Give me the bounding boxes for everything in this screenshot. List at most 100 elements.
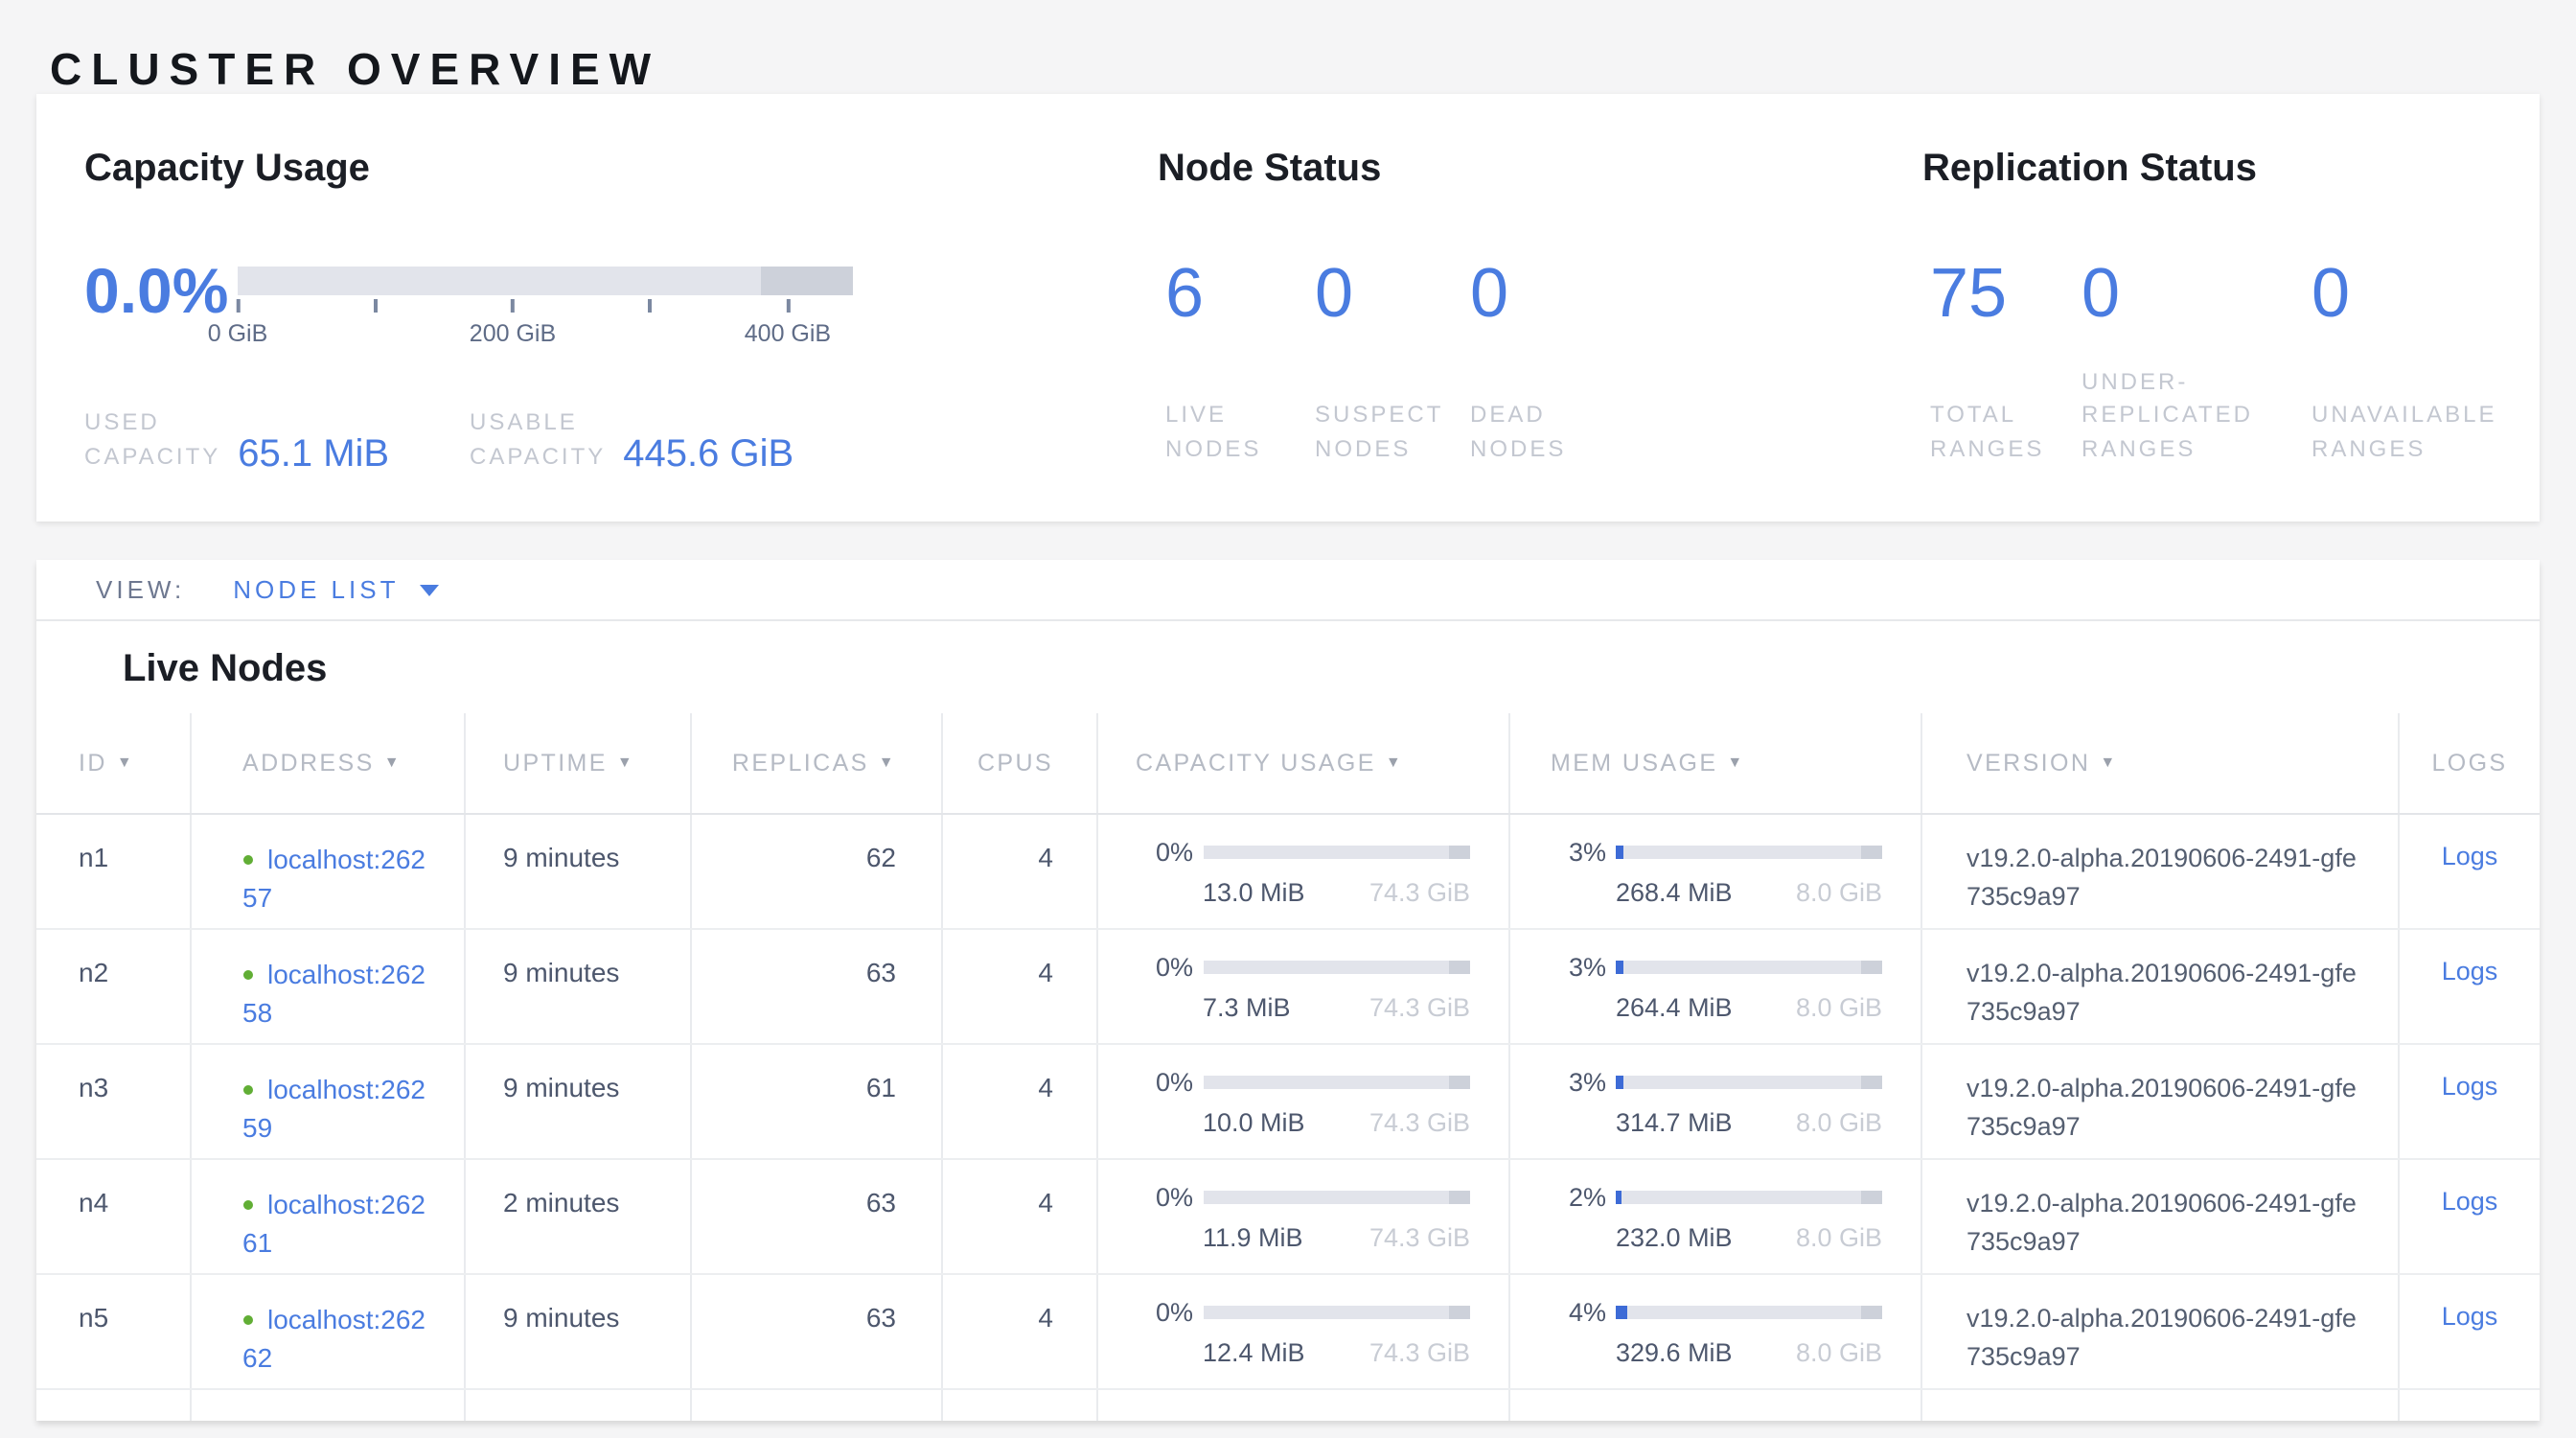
chevron-down-icon bbox=[420, 584, 439, 595]
mem-minibar bbox=[1616, 1306, 1882, 1319]
capacity-stat-value: 65.1 MiB bbox=[238, 433, 389, 477]
column-header[interactable]: LOGS bbox=[2398, 713, 2540, 813]
replication-stat: 75 TOTAL RANGES bbox=[1930, 259, 2082, 522]
mem-used-value: 329.6 MiB bbox=[1616, 1338, 1733, 1367]
address-cell: localhost:26261 bbox=[189, 1160, 463, 1273]
column-header[interactable]: REPLICAS ▼ bbox=[689, 713, 940, 813]
address-wrap: localhost:26262 bbox=[242, 1300, 436, 1377]
capacity-end-segment bbox=[1449, 1191, 1470, 1204]
capacity-used-value: 13.0 MiB bbox=[1203, 878, 1305, 907]
address-link[interactable]: localhost:26257 bbox=[242, 844, 426, 913]
address-link[interactable]: localhost:26262 bbox=[242, 1304, 426, 1373]
column-header-label: CPUS bbox=[978, 750, 1053, 777]
stat-label: UNDER- REPLICATED RANGES bbox=[2082, 365, 2253, 466]
column-header[interactable]: VERSION ▼ bbox=[1920, 713, 2398, 813]
sort-caret-icon: ▼ bbox=[879, 753, 896, 770]
table-row: n5 localhost:26262 9 minutes 63 4 0% bbox=[36, 1275, 2540, 1390]
sort-caret-icon: ▼ bbox=[1386, 753, 1403, 770]
address-wrap: localhost:26261 bbox=[242, 1185, 436, 1262]
column-header[interactable]: CAPACITY USAGE ▼ bbox=[1095, 713, 1508, 813]
stat-value: 0 bbox=[2312, 259, 2561, 328]
logs-cell: Logs bbox=[2398, 1160, 2540, 1273]
axis-tick: 0 GiB bbox=[208, 299, 268, 347]
cpus-cell: 4 bbox=[940, 1275, 1095, 1388]
axis-tick-mark bbox=[511, 299, 515, 313]
mem-minibar bbox=[1616, 1076, 1882, 1089]
capacity-stat: USED CAPACITY 65.1 MiB bbox=[84, 406, 452, 474]
mem-used-value: 314.7 MiB bbox=[1616, 1108, 1733, 1137]
table-row: n1 localhost:26257 9 minutes 62 4 0% bbox=[36, 815, 2540, 930]
mem-used-value: 268.4 MiB bbox=[1616, 878, 1733, 907]
capacity-total-value: 74.3 GiB bbox=[1369, 993, 1470, 1022]
logs-link[interactable]: Logs bbox=[2442, 1187, 2498, 1216]
column-header[interactable]: MEM USAGE ▼ bbox=[1508, 713, 1920, 813]
partial-row bbox=[36, 1390, 2540, 1421]
cluster-overview-page: CLUSTER OVERVIEW Capacity Usage 0.0% 0 G… bbox=[0, 0, 2576, 1438]
capacity-usage-title: Capacity Usage bbox=[84, 148, 370, 192]
node-list-panel: VIEW: NODE LIST Live Nodes ID ▼ ADDRESS … bbox=[36, 560, 2540, 1421]
capacity-used-value: 7.3 MiB bbox=[1203, 993, 1291, 1022]
address-link[interactable]: localhost:26258 bbox=[242, 959, 426, 1028]
mem-percent: 3% bbox=[1549, 838, 1606, 867]
table-row: n3 localhost:26259 9 minutes 61 4 0% bbox=[36, 1045, 2540, 1160]
view-dropdown-value[interactable]: NODE LIST bbox=[233, 575, 399, 604]
address-link[interactable]: localhost:26259 bbox=[242, 1074, 426, 1143]
view-dropdown[interactable]: NODE LIST bbox=[233, 575, 439, 604]
stat-value: 75 bbox=[1930, 259, 2082, 328]
address-wrap: localhost:26258 bbox=[242, 955, 436, 1032]
capacity-stats: USED CAPACITY 65.1 MiB USABLE CAPACITY 4… bbox=[84, 406, 838, 474]
uptime-cell: 9 minutes bbox=[463, 930, 689, 1043]
capacity-minibar bbox=[1203, 961, 1470, 974]
mem-usage-cell: 3% 264.4 MiB 8.0 GiB bbox=[1508, 930, 1920, 1043]
column-header-label: LOGS bbox=[2431, 750, 2507, 777]
version-cell: v19.2.0-alpha.20190606-2491-gfe735c9a97 bbox=[1920, 1045, 2398, 1158]
node-id-cell: n3 bbox=[36, 1045, 189, 1158]
column-header[interactable]: UPTIME ▼ bbox=[463, 713, 689, 813]
column-header[interactable]: ID ▼ bbox=[36, 713, 189, 813]
live-status-dot-icon bbox=[242, 1315, 252, 1325]
mem-usage-cell: 3% 268.4 MiB 8.0 GiB bbox=[1508, 815, 1920, 928]
version-cell: v19.2.0-alpha.20190606-2491-gfe735c9a97 bbox=[1920, 930, 2398, 1043]
column-header[interactable]: CPUS bbox=[940, 713, 1095, 813]
column-header[interactable]: ADDRESS ▼ bbox=[189, 713, 463, 813]
capacity-usage-cell: 0% 13.0 MiB 74.3 GiB bbox=[1095, 815, 1508, 928]
logs-link[interactable]: Logs bbox=[2442, 1072, 2498, 1101]
replicas-cell: 63 bbox=[689, 930, 940, 1043]
uptime-cell: 9 minutes bbox=[463, 1045, 689, 1158]
stat-label: TOTAL RANGES bbox=[1930, 399, 2044, 466]
view-bar: VIEW: NODE LIST bbox=[36, 560, 2540, 621]
sort-caret-icon: ▼ bbox=[117, 753, 134, 770]
mem-used-segment bbox=[1616, 1191, 1622, 1204]
cpus-cell: 4 bbox=[940, 1045, 1095, 1158]
logs-cell: Logs bbox=[2398, 1045, 2540, 1158]
logs-cell: Logs bbox=[2398, 1275, 2540, 1388]
capacity-usage-cell: 0% 11.9 MiB 74.3 GiB bbox=[1095, 1160, 1508, 1273]
column-header-label: MEM USAGE bbox=[1551, 750, 1717, 777]
capacity-percent: 0% bbox=[1136, 953, 1193, 982]
stat-label: LIVE NODES bbox=[1165, 399, 1261, 466]
capacity-percent: 0% bbox=[1136, 1298, 1193, 1327]
sort-caret-icon: ▼ bbox=[617, 753, 634, 770]
capacity-percent: 0% bbox=[1136, 838, 1193, 867]
axis-tick-mark bbox=[236, 299, 240, 313]
live-status-dot-icon bbox=[242, 970, 252, 980]
mem-minibar bbox=[1616, 846, 1882, 859]
address-link[interactable]: localhost:26261 bbox=[242, 1189, 426, 1258]
mem-usage-cell: 2% 232.0 MiB 8.0 GiB bbox=[1508, 1160, 1920, 1273]
stat-value: 0 bbox=[1315, 259, 1470, 328]
mem-used-segment bbox=[1616, 846, 1623, 859]
stat-label: SUSPECT NODES bbox=[1315, 399, 1443, 466]
node-status-stat: 0 SUSPECT NODES bbox=[1315, 259, 1470, 522]
uptime-cell: 9 minutes bbox=[463, 815, 689, 928]
live-status-dot-icon bbox=[242, 1085, 252, 1095]
capacity-stat-label: USED CAPACITY bbox=[84, 406, 220, 474]
cpus-cell: 4 bbox=[940, 930, 1095, 1043]
node-status-stat: 6 LIVE NODES bbox=[1165, 259, 1315, 522]
mem-total-value: 8.0 GiB bbox=[1796, 1108, 1882, 1137]
mem-percent: 3% bbox=[1549, 953, 1606, 982]
logs-link[interactable]: Logs bbox=[2442, 957, 2498, 986]
address-wrap: localhost:26257 bbox=[242, 840, 436, 916]
logs-link[interactable]: Logs bbox=[2442, 842, 2498, 870]
mem-used-segment bbox=[1616, 961, 1623, 974]
logs-link[interactable]: Logs bbox=[2442, 1302, 2498, 1331]
